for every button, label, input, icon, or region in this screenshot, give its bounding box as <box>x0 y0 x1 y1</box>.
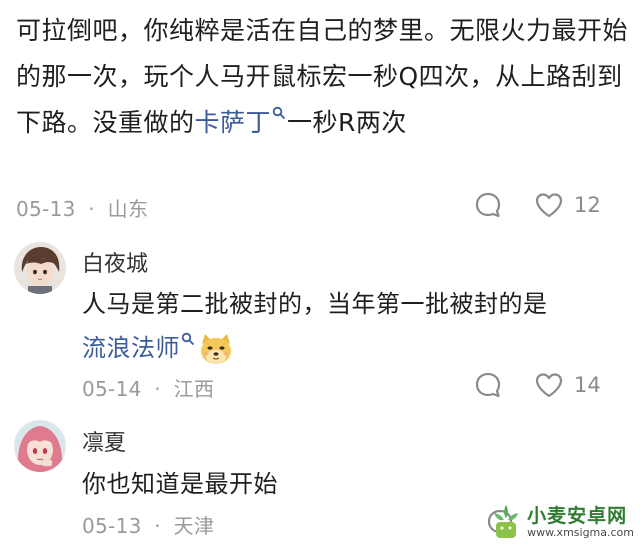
comment-date: 05-13 <box>16 197 76 221</box>
comment-location: 天津 <box>173 514 215 538</box>
comment-bubble-icon <box>475 372 501 398</box>
main-comment-meta: 05-13 · 山东 <box>16 193 148 222</box>
reply-text: 人马是第二批被封的，当年第一批被封的是 流浪法师 <box>82 282 622 370</box>
like-count: 12 <box>574 193 601 217</box>
reply-meta: 05-14 · 江西 <box>82 373 214 402</box>
main-comment-tail: 一秒R两次 <box>287 108 407 137</box>
search-icon[interactable] <box>181 332 195 346</box>
reply-text-line-2: 流浪法师 <box>82 326 622 370</box>
doge-emoji-icon <box>201 334 231 364</box>
avatar[interactable] <box>14 420 66 472</box>
search-icon[interactable] <box>272 106 286 120</box>
reply-button[interactable] <box>474 191 502 219</box>
comment-date: 05-13 <box>82 514 142 538</box>
reply-meta: 05-13 · 天津 <box>82 510 214 539</box>
user-avatar-image <box>14 420 66 472</box>
main-comment-text: 可拉倒吧，你纯粹是活在自己的梦里。无限火力最开始的那一次，玩个人马开鼠标宏一秒Q… <box>16 8 628 146</box>
watermark-brand: 小麦安卓网 <box>527 504 628 527</box>
meta-separator: · <box>154 514 161 538</box>
like-button[interactable]: 12 <box>534 191 601 219</box>
meta-separator: · <box>88 197 95 221</box>
watermark: 小麦安卓网 www.xmsigma.com <box>489 503 634 541</box>
meta-separator: · <box>154 377 161 401</box>
user-avatar-image <box>14 242 66 294</box>
comment-bubble-icon <box>475 192 501 218</box>
comment-date: 05-14 <box>82 377 142 401</box>
heart-icon <box>535 193 563 218</box>
avatar[interactable] <box>14 242 66 294</box>
reply-button[interactable] <box>474 371 502 399</box>
nomad-mage-link[interactable]: 流浪法师 <box>82 334 180 362</box>
reply-text: 你也知道是最开始 <box>82 470 278 498</box>
reply-text-line: 人马是第二批被封的，当年第一批被封的是 <box>82 290 548 318</box>
username[interactable]: 白夜城 <box>82 246 148 278</box>
like-button[interactable]: 14 <box>534 371 601 399</box>
username[interactable]: 凛夏 <box>82 425 126 457</box>
android-logo-icon <box>494 505 519 538</box>
heart-icon <box>535 373 563 398</box>
kassadin-link[interactable]: 卡萨丁 <box>195 108 272 137</box>
watermark-url: www.xmsigma.com <box>527 525 634 539</box>
like-count: 14 <box>574 373 601 397</box>
comment-location: 山东 <box>107 197 149 221</box>
comment-location: 江西 <box>173 377 215 401</box>
